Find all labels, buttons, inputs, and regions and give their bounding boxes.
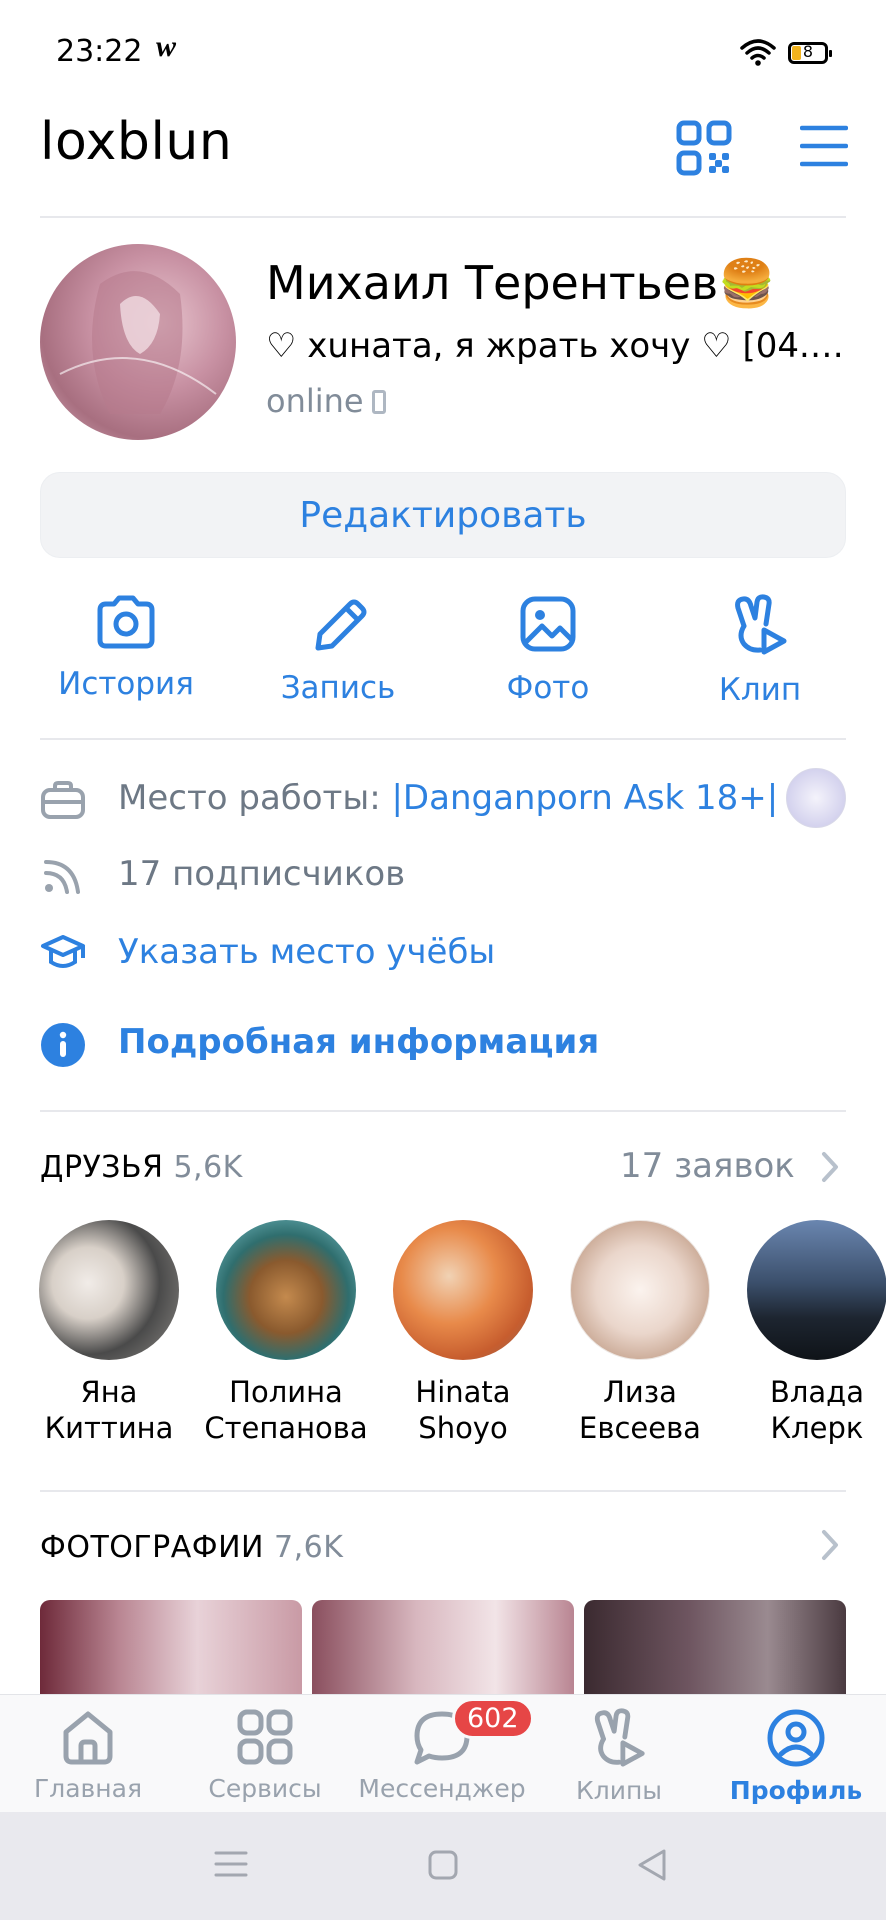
friend-last-name: Степанова	[204, 1411, 368, 1445]
menu-icon[interactable]	[800, 124, 848, 168]
rss-icon	[44, 860, 80, 894]
photos-title: ФОТОГРАФИИ	[40, 1530, 264, 1565]
friend-item[interactable]: Лиза Евсеева	[555, 1220, 725, 1446]
profile-name-text: Михаил Терентьев	[266, 256, 719, 310]
status-time: 23:22	[56, 34, 143, 69]
friend-name: Яна Киттина	[24, 1374, 194, 1446]
photo-thumbnail[interactable]	[584, 1600, 846, 1700]
friend-name: Hinata Shoyo	[378, 1374, 548, 1446]
friend-avatar	[216, 1220, 356, 1360]
friend-item[interactable]: Влада Клерк	[732, 1220, 886, 1446]
friend-first-name: Лиза	[603, 1375, 677, 1409]
battery-icon: 8	[788, 42, 832, 64]
photo-thumbnail[interactable]	[312, 1600, 574, 1700]
friend-name: Лиза Евсеева	[555, 1374, 725, 1446]
work-prefix: Место работы:	[118, 778, 392, 818]
tab-clips-label: Клипы	[575, 1776, 663, 1805]
friends-divider	[40, 1490, 846, 1492]
work-link[interactable]: |Danganporn Ask 18+|	[391, 778, 778, 818]
friend-first-name: Полина	[229, 1375, 343, 1409]
chevron-right-icon[interactable]	[820, 1528, 840, 1562]
profile-icon	[767, 1709, 825, 1767]
tab-home-label: Главная	[34, 1774, 142, 1803]
details-link[interactable]: Подробная информация	[118, 1022, 599, 1062]
pencil-icon	[315, 599, 367, 651]
online-text: online	[266, 382, 364, 420]
post-label: Запись	[280, 670, 396, 706]
education-icon	[41, 935, 85, 968]
friends-count: 5,6K	[173, 1150, 243, 1185]
friend-first-name: Влада	[769, 1375, 865, 1409]
friend-item[interactable]: Яна Киттина	[24, 1220, 194, 1446]
briefcase-icon	[41, 781, 85, 819]
unread-badge: 602	[452, 1698, 534, 1739]
friend-avatar	[39, 1220, 179, 1360]
work-group-avatar[interactable]	[786, 768, 846, 828]
friend-avatar	[570, 1220, 710, 1360]
mobile-phone-icon	[371, 390, 386, 414]
page-title: loxblun	[40, 112, 233, 172]
add-education-link[interactable]: Указать место учёбы	[118, 932, 495, 972]
story-action[interactable]: История	[36, 594, 216, 702]
photos-count: 7,6K	[274, 1530, 344, 1565]
clip-icon	[735, 594, 787, 655]
photo-icon	[520, 596, 576, 652]
work-row: Место работы: |Danganporn Ask 18+|	[118, 778, 778, 818]
tab-home[interactable]: Главная	[0, 1708, 176, 1803]
header-divider	[40, 216, 846, 218]
photo-action[interactable]: Фото	[458, 594, 638, 706]
tab-messenger-label: Мессенджер	[358, 1774, 526, 1803]
tab-profile[interactable]: Профиль	[708, 1708, 884, 1805]
recent-apps-icon[interactable]	[214, 1850, 248, 1878]
services-icon	[237, 1709, 293, 1765]
friend-item[interactable]: Полина Степанова	[201, 1220, 371, 1446]
story-label: История	[58, 666, 194, 702]
photos-header[interactable]: ФОТОГРАФИИ 7,6K	[40, 1530, 343, 1565]
edit-profile-button[interactable]: Редактировать	[40, 472, 846, 558]
profile-status[interactable]: ♡ хuната, я жрать хочу ♡ [04.07....	[266, 326, 846, 366]
friend-name: Влада Клерк	[732, 1374, 886, 1446]
friend-name: Полина Степанова	[201, 1374, 371, 1446]
back-button-icon[interactable]	[636, 1848, 668, 1882]
battery-level: 8	[802, 42, 814, 61]
actions-divider	[40, 738, 846, 740]
online-status: online	[266, 382, 386, 420]
home-button-icon[interactable]	[428, 1850, 458, 1880]
friend-last-name: Shoyo	[418, 1411, 508, 1445]
friend-avatar	[747, 1220, 886, 1360]
friend-avatar	[393, 1220, 533, 1360]
photo-label: Фото	[506, 670, 590, 706]
app-notification-icon: w	[156, 30, 177, 63]
friend-last-name: Евсеева	[579, 1411, 701, 1445]
profile-name: Михаил Терентьев🍔	[266, 256, 776, 311]
info-icon	[41, 1023, 85, 1067]
photo-thumbnail[interactable]	[40, 1600, 302, 1700]
tab-services[interactable]: Сервисы	[177, 1708, 353, 1803]
friends-title: ДРУЗЬЯ	[40, 1150, 164, 1185]
camera-icon	[97, 595, 155, 649]
burger-emoji-icon: 🍔	[718, 256, 776, 310]
friend-last-name: Киттина	[44, 1411, 174, 1445]
qr-code-icon[interactable]	[676, 120, 732, 176]
post-action[interactable]: Запись	[248, 594, 428, 706]
friend-item[interactable]: Hinata Shoyo	[378, 1220, 548, 1446]
friend-first-name: Hinata	[415, 1375, 511, 1409]
info-divider	[40, 1110, 846, 1112]
tab-profile-label: Профиль	[729, 1776, 863, 1805]
clip-action[interactable]: Клип	[670, 594, 850, 708]
friends-header[interactable]: ДРУЗЬЯ 5,6K	[40, 1150, 243, 1185]
wifi-icon	[740, 39, 776, 66]
tab-clips[interactable]: Клипы	[531, 1708, 707, 1805]
friend-requests-link[interactable]: 17 заявок	[620, 1146, 795, 1186]
friend-first-name: Яна	[80, 1375, 138, 1409]
friend-last-name: Клерк	[770, 1411, 864, 1445]
avatar[interactable]	[40, 244, 236, 440]
subscribers-row[interactable]: 17 подписчиков	[118, 854, 405, 894]
chevron-right-icon[interactable]	[820, 1150, 840, 1184]
clip-label: Клип	[718, 672, 802, 708]
clips-icon	[594, 1708, 645, 1767]
tab-services-label: Сервисы	[208, 1774, 322, 1803]
home-icon	[63, 1711, 113, 1765]
